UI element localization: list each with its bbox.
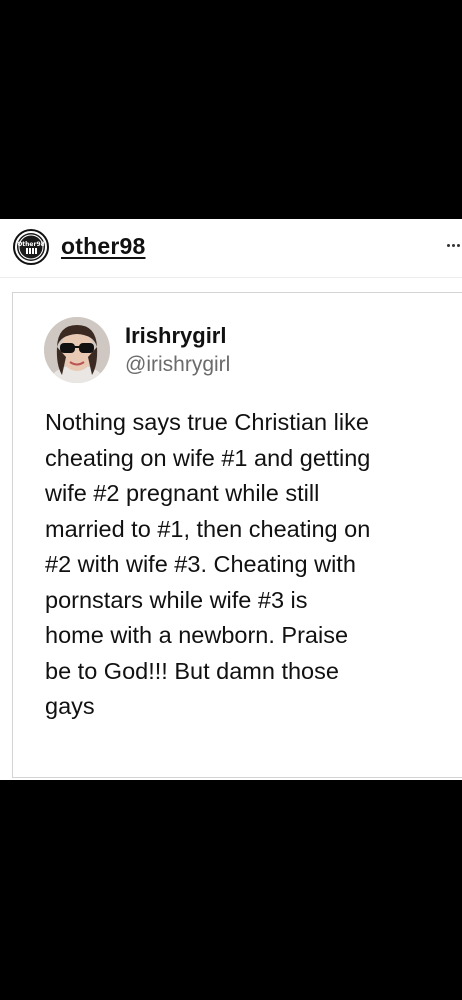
tweet-display-name: Irishrygirl (125, 323, 227, 348)
account-name-link[interactable]: other98 (61, 233, 145, 260)
post-header: Other98 other98 (0, 219, 462, 278)
tweet-screenshot-card: Irishrygirl @irishrygirl Nothing says tr… (12, 292, 462, 778)
account-avatar[interactable]: Other98 (13, 229, 49, 265)
svg-text:Other98: Other98 (18, 241, 44, 248)
tweet-handle: @irishrygirl (125, 353, 231, 376)
instagram-post: Other98 other98 Irishrygirl @irishrygirl… (0, 219, 462, 780)
tweet-avatar (44, 317, 110, 383)
more-horizontal-icon[interactable] (438, 233, 460, 257)
other98-logo-icon: Other98 (17, 233, 45, 261)
top-letterbox (0, 0, 462, 219)
bottom-letterbox (0, 780, 462, 1000)
tweet-text: Nothing says true Christian like cheatin… (45, 409, 371, 719)
